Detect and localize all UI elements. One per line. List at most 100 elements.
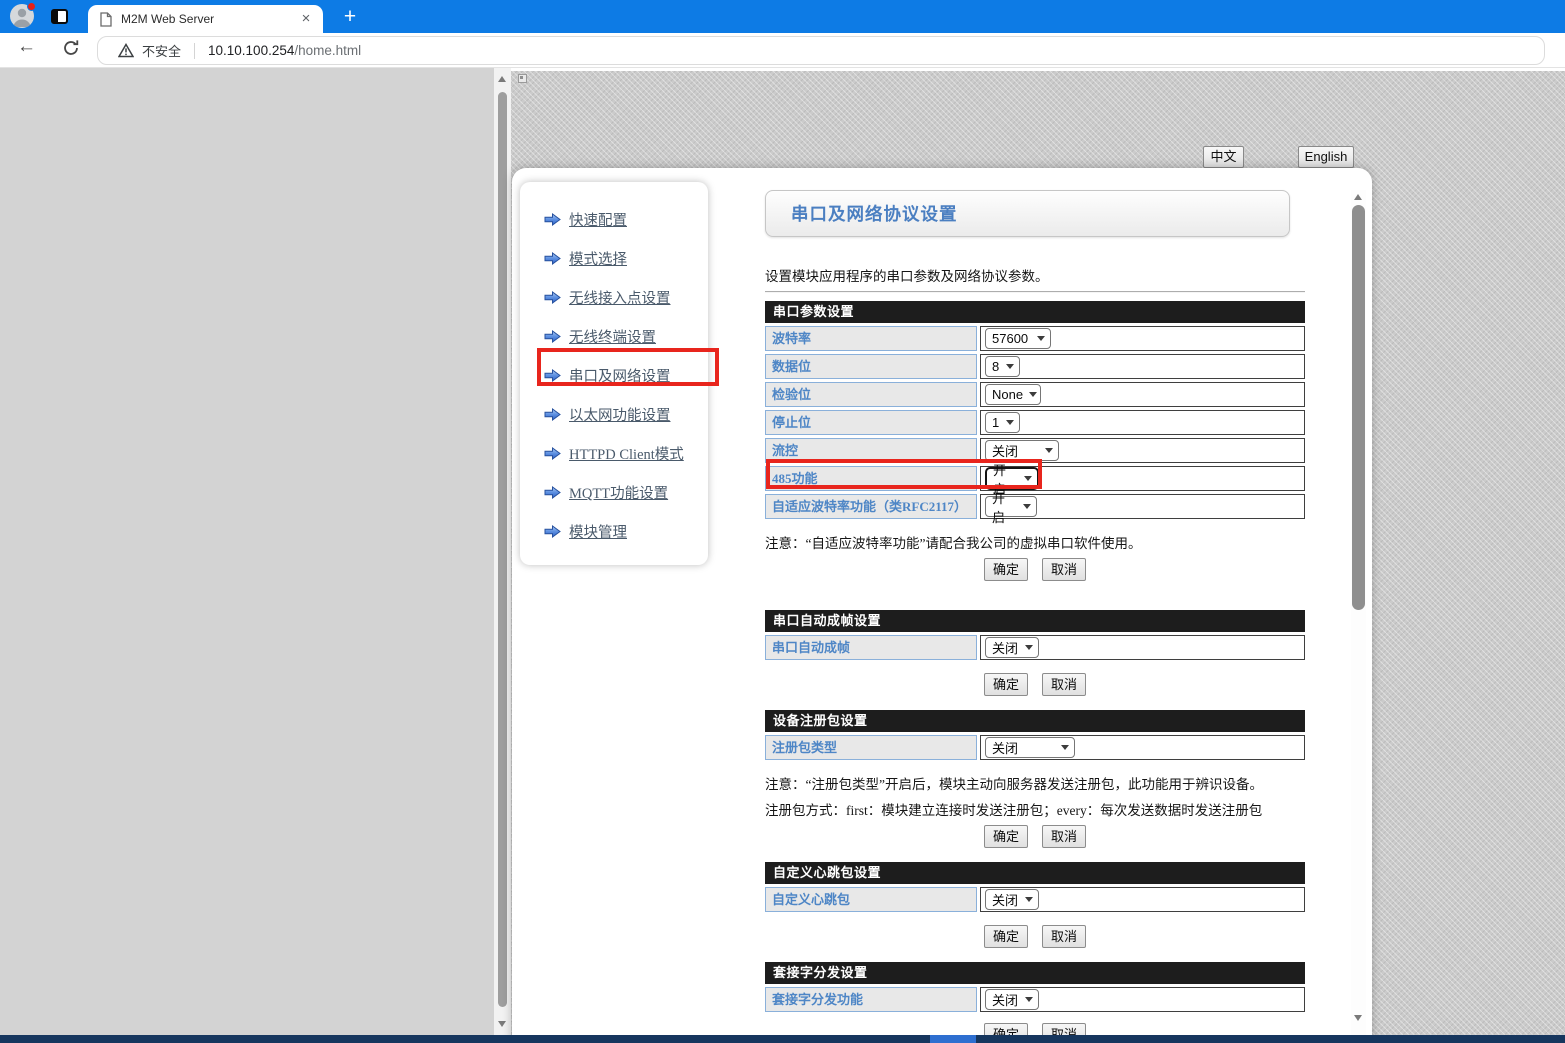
- arrow-icon: [544, 252, 561, 265]
- sidebar-item-label[interactable]: 无线接入点设置: [569, 287, 671, 308]
- row-value-cell: 关闭: [980, 887, 1305, 912]
- browser-window: M2M Web Server × + ← 不安全 10.10.100.254 /…: [0, 0, 1565, 1043]
- row-value-cell: 关闭: [980, 635, 1305, 660]
- sidebar-item-wireless-ap[interactable]: 无线接入点设置: [520, 278, 708, 317]
- sidebar-item-httpd-client[interactable]: HTTPD Client模式: [520, 434, 708, 473]
- ok-button[interactable]: 确定: [984, 825, 1028, 848]
- row-value-cell: None: [980, 382, 1305, 407]
- button-row: 确定 取消: [765, 825, 1305, 848]
- cancel-button[interactable]: 取消: [1042, 558, 1086, 581]
- table-row-data-bits: 数据位 8: [765, 354, 1305, 379]
- chevron-down-icon: [1045, 448, 1053, 453]
- sidebar-item-quick-config[interactable]: 快速配置: [520, 200, 708, 239]
- sidebar-item-mode-select[interactable]: 模式选择: [520, 239, 708, 278]
- row-label: 套接字分发功能: [765, 987, 977, 1012]
- table-row-baud-rate: 波特率 57600: [765, 326, 1305, 351]
- sidebar-item-serial-network[interactable]: 串口及网络设置: [520, 356, 708, 395]
- row-value-cell: 开启: [980, 494, 1305, 519]
- row-label: 数据位: [765, 354, 977, 379]
- sidebar-item-label[interactable]: 快速配置: [569, 209, 627, 230]
- row-label: 停止位: [765, 410, 977, 435]
- scroll-down-arrow[interactable]: [498, 1021, 506, 1027]
- sidebar-item-label[interactable]: 无线终端设置: [569, 326, 656, 347]
- page-title: 串口及网络协议设置: [791, 201, 958, 226]
- data-bits-select[interactable]: 8: [985, 356, 1020, 377]
- ok-button[interactable]: 确定: [984, 925, 1028, 948]
- chevron-down-icon: [1023, 504, 1031, 509]
- row-label: 自定义心跳包: [765, 887, 977, 912]
- refresh-button[interactable]: [62, 39, 80, 62]
- table-row-adaptive-baud: 自适应波特率功能（类RFC2117） 开启: [765, 494, 1305, 519]
- button-row: 确定 取消: [765, 673, 1305, 696]
- cancel-button[interactable]: 取消: [1042, 925, 1086, 948]
- sidebar-item-label[interactable]: 以太网功能设置: [569, 404, 671, 425]
- url-path: /home.html: [294, 43, 361, 58]
- page-vertical-scrollbar[interactable]: [494, 68, 511, 1035]
- table-row-parity: 检验位 None: [765, 382, 1305, 407]
- scroll-down-arrow[interactable]: [1354, 1015, 1362, 1021]
- sidebar-item-label[interactable]: 串口及网络设置: [569, 365, 671, 386]
- sidebar-menu: 快速配置 模式选择 无线接入点设置 无线终端设置: [520, 182, 708, 565]
- row-value-cell: 8: [980, 354, 1305, 379]
- warning-icon: [118, 43, 134, 58]
- content-vertical-scrollbar[interactable]: [1351, 190, 1366, 1035]
- language-english-button[interactable]: English: [1298, 146, 1354, 168]
- content-panel: 快速配置 模式选择 无线接入点设置 无线终端设置: [512, 168, 1372, 1043]
- cancel-button[interactable]: 取消: [1042, 673, 1086, 696]
- scroll-up-arrow[interactable]: [498, 76, 506, 82]
- row-value-cell: 57600: [980, 326, 1305, 351]
- security-warning-label: 不安全: [142, 41, 181, 60]
- row-value-cell: 开启: [980, 466, 1305, 491]
- row-label: 485功能: [765, 466, 977, 491]
- left-frame: [0, 68, 494, 1043]
- sidebar-item-label[interactable]: MQTT功能设置: [569, 482, 668, 503]
- ok-button[interactable]: 确定: [984, 558, 1028, 581]
- ok-button[interactable]: 确定: [984, 673, 1028, 696]
- sidebar-item-ethernet[interactable]: 以太网功能设置: [520, 395, 708, 434]
- flow-control-select[interactable]: 关闭: [985, 440, 1059, 461]
- sidebar-item-label[interactable]: HTTPD Client模式: [569, 443, 684, 464]
- back-button[interactable]: ←: [17, 36, 36, 58]
- sidebar-item-mqtt[interactable]: MQTT功能设置: [520, 473, 708, 512]
- sidebar-item-label[interactable]: 模块管理: [569, 521, 627, 542]
- table-header: 自定义心跳包设置: [765, 862, 1305, 884]
- new-tab-button[interactable]: +: [337, 5, 363, 31]
- horizontal-scrollbar-thumb[interactable]: [930, 1035, 976, 1043]
- tab-preview-icon[interactable]: [51, 9, 68, 24]
- main-content: 串口及网络协议设置 设置模块应用程序的串口参数及网络协议参数。 串口参数设置 波…: [765, 168, 1305, 1043]
- scrollbar-thumb[interactable]: [498, 92, 507, 1007]
- tab-close-button[interactable]: ×: [297, 10, 315, 28]
- divider: [765, 291, 1305, 293]
- scrollbar-thumb[interactable]: [1352, 205, 1365, 610]
- sidebar-item-module-mgmt[interactable]: 模块管理: [520, 512, 708, 551]
- address-divider: [194, 43, 195, 59]
- row-label: 自适应波特率功能（类RFC2117）: [765, 494, 977, 519]
- address-bar[interactable]: 不安全 10.10.100.254 /home.html: [97, 36, 1545, 65]
- row-label: 注册包类型: [765, 735, 977, 760]
- arrow-icon: [544, 330, 561, 343]
- parity-select[interactable]: None: [985, 384, 1041, 405]
- heartbeat-select[interactable]: 关闭: [985, 889, 1039, 910]
- scroll-up-arrow[interactable]: [1354, 194, 1362, 200]
- arrow-icon: [544, 291, 561, 304]
- sidebar-item-label[interactable]: 模式选择: [569, 248, 627, 269]
- stop-bits-select[interactable]: 1: [985, 412, 1020, 433]
- heartbeat-table: 自定义心跳包设置 自定义心跳包 关闭: [765, 862, 1305, 912]
- register-type-select[interactable]: 关闭: [985, 737, 1075, 758]
- table-row-stop-bits: 停止位 1: [765, 410, 1305, 435]
- sidebar-item-wireless-sta[interactable]: 无线终端设置: [520, 317, 708, 356]
- serial-params-note: 注意：“自适应波特率功能”请配合我公司的虚拟串口软件使用。: [765, 532, 1305, 550]
- baud-rate-select[interactable]: 57600: [985, 328, 1051, 349]
- socket-dispatch-select[interactable]: 关闭: [985, 989, 1039, 1010]
- browser-tab[interactable]: M2M Web Server ×: [88, 5, 323, 33]
- refresh-icon: [62, 39, 80, 57]
- cancel-button[interactable]: 取消: [1042, 825, 1086, 848]
- auto-frame-select[interactable]: 关闭: [985, 637, 1039, 658]
- language-chinese-button[interactable]: 中文: [1203, 146, 1244, 168]
- horizontal-scrollbar[interactable]: [0, 1035, 1565, 1043]
- register-packet-note1: 注意：“注册包类型”开启后，模块主动向服务器发送注册包，此功能用于辨识设备。: [765, 773, 1305, 791]
- adaptive-baud-select[interactable]: 开启: [985, 496, 1037, 517]
- serial-params-table: 串口参数设置 波特率 57600 数据位 8 检验位: [765, 301, 1305, 519]
- chevron-down-icon: [1029, 392, 1037, 397]
- table-row-heartbeat: 自定义心跳包 关闭: [765, 887, 1305, 912]
